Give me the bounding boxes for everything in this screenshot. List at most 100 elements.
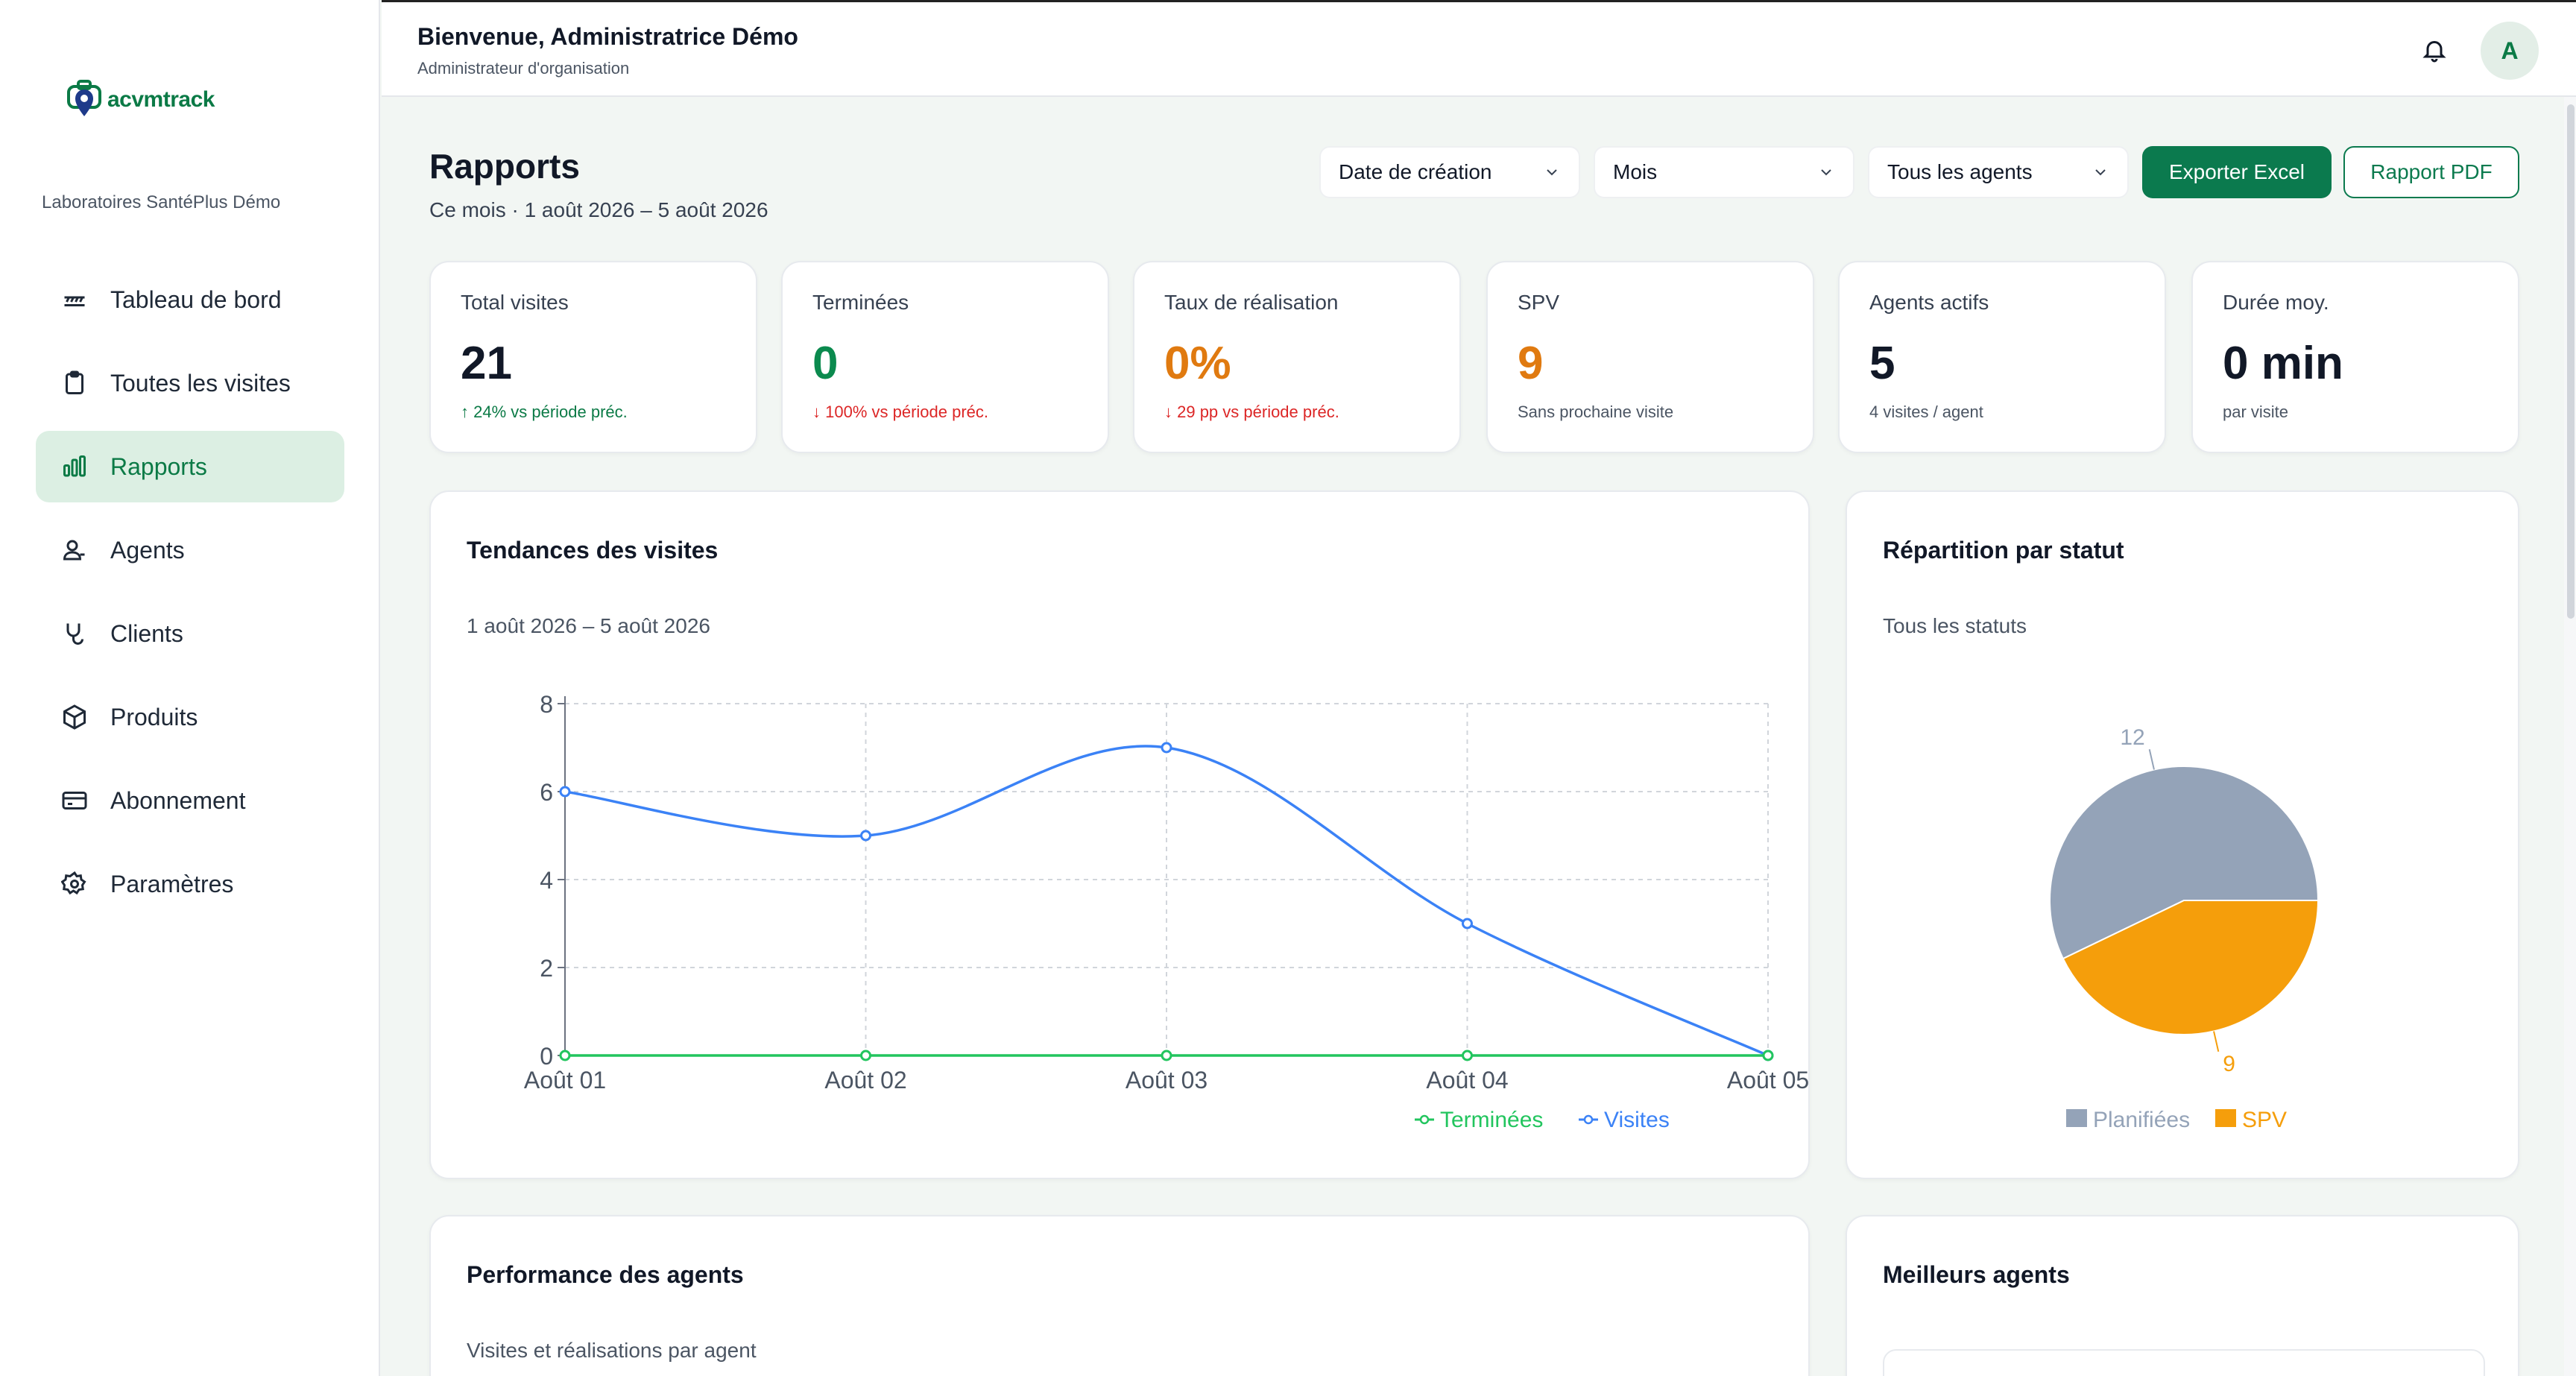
y-tick-label: 2 [540, 955, 553, 982]
user-role: Administrateur d'organisation [417, 59, 630, 78]
page-title: Rapports [429, 147, 580, 186]
select-value: Tous les agents [1887, 160, 2033, 183]
sidebar-item-label: Produits [110, 703, 198, 730]
data-point[interactable] [559, 786, 571, 798]
sidebar-item-label: Rapports [110, 452, 207, 480]
kpi-comparison: 4 visites / agent [1869, 403, 1983, 421]
legend-label[interactable]: SPV [2242, 1108, 2287, 1132]
legend-label[interactable]: Visites [1604, 1108, 1670, 1132]
select-value: Mois [1613, 160, 1658, 183]
data-point[interactable] [1762, 1050, 1774, 1061]
kpi-card: Durée moy. 0 min par visite [2191, 261, 2519, 453]
kpi-card: Terminées 0 ↓ 100% vs période préc. [781, 261, 1109, 453]
sidebar-item-reports[interactable]: Rapports [36, 431, 344, 502]
sidebar-item-label: Abonnement [110, 786, 246, 814]
sidebar-item-subscription[interactable]: Abonnement [36, 765, 344, 836]
data-point[interactable] [860, 830, 871, 842]
legend-label[interactable]: Planifiées [2093, 1108, 2190, 1132]
card-subtitle: Visites et réalisations par agent [467, 1339, 757, 1362]
legend-marker-dot [1583, 1114, 1594, 1125]
legend-label[interactable]: Terminées [1440, 1108, 1543, 1132]
legend-swatch [2066, 1109, 2087, 1127]
box-icon [60, 702, 89, 732]
data-point[interactable] [1462, 918, 1473, 930]
kpi-value: 0% [1164, 338, 1231, 389]
y-tick-label: 8 [540, 691, 553, 718]
status-pie-chart: 12 9 Planifiées SPV [2049, 725, 2320, 1132]
notifications-bell-icon[interactable] [2416, 32, 2452, 68]
agent-performance-card: Performance des agents Visites et réalis… [429, 1215, 1810, 1376]
kpi-value: 0 [812, 338, 839, 389]
page-period: Ce mois · 1 août 2026 – 5 août 2026 [429, 198, 768, 221]
kpi-label: Agents actifs [1869, 291, 1989, 314]
best-agents-card: Meilleurs agents [1846, 1215, 2519, 1376]
kpi-value: 5 [1869, 338, 1895, 389]
kpi-value: 9 [1518, 338, 1544, 389]
sidebar-item-products[interactable]: Produits [36, 681, 344, 753]
y-tick-label: 0 [540, 1043, 553, 1070]
sidebar-item-label: Paramètres [110, 870, 234, 897]
y-tick-label: 6 [540, 779, 553, 806]
x-tick-label: Août 03 [1126, 1067, 1208, 1093]
x-tick-label: Août 02 [824, 1067, 906, 1093]
user-avatar[interactable]: A [2481, 22, 2539, 80]
sidebar-item-dashboard[interactable]: Tableau de bord [36, 264, 344, 335]
best-agents-list [1883, 1349, 2485, 1376]
kpi-label: Taux de réalisation [1164, 291, 1339, 314]
data-point[interactable] [860, 1050, 871, 1061]
bar-chart-icon [60, 452, 89, 482]
sidebar-item-clients[interactable]: Clients [36, 598, 344, 669]
date-field-select[interactable]: Date de création [1319, 146, 1580, 198]
sidebar-item-settings[interactable]: Paramètres [36, 848, 344, 920]
sidebar-item-visits[interactable]: Toutes les visites [36, 347, 344, 419]
data-point[interactable] [559, 1050, 571, 1061]
sidebar-item-agents[interactable]: Agents [36, 514, 344, 586]
stethoscope-icon [60, 619, 89, 648]
kpi-label: Durée moy. [2223, 291, 2329, 314]
sidebar-item-label: Toutes les visites [110, 369, 291, 397]
kpi-label: SPV [1518, 291, 1560, 314]
chevron-down-icon [2095, 169, 2106, 176]
data-point[interactable] [1161, 742, 1172, 754]
y-tick-label: 4 [540, 867, 553, 894]
visits-line-chart: 0 2 4 6 8 Août 01 Août 02 Août 03 Août 04 Août 05… [524, 691, 1809, 1132]
dashboard-icon [60, 285, 89, 315]
sidebar-nav: Tableau de bord Toutes les visites Rappo… [36, 264, 344, 932]
top-header: Bienvenue, Administratrice Démo Administ… [382, 0, 2576, 97]
kpi-card: Total visites 21 ↑ 24% vs période préc. [429, 261, 757, 453]
pie-label-leader [2213, 1031, 2220, 1052]
kpi-comparison: Sans prochaine visite [1518, 403, 1674, 421]
visits-trend-card: Tendances des visites 1 août 2026 – 5 ao… [429, 490, 1810, 1179]
x-tick-label: Août 01 [524, 1067, 606, 1093]
kpi-comparison: par visite [2223, 403, 2289, 421]
data-point[interactable] [1161, 1050, 1172, 1061]
kpi-card: Taux de réalisation 0% ↓ 29 pp vs période … [1133, 261, 1461, 453]
legend-marker-dot [1419, 1114, 1430, 1125]
scrollbar-thumb[interactable] [2567, 104, 2575, 619]
x-tick-label: Août 05 [1727, 1067, 1809, 1093]
organization-name: Laboratoires SantéPlus Démo [42, 192, 281, 212]
sidebar: acvmtrack Laboratoires SantéPlus Démo Ta… [0, 0, 380, 1376]
kpi-card: SPV 9 Sans prochaine visite [1486, 261, 1814, 453]
card-title: Performance des agents [467, 1261, 744, 1288]
select-value: Date de création [1339, 160, 1492, 183]
x-tick-label: Août 04 [1426, 1067, 1508, 1093]
clipboard-icon [60, 368, 89, 398]
kpi-comparison: ↓ 100% vs période préc. [812, 403, 989, 421]
report-pdf-button[interactable]: Rapport PDF [2343, 146, 2519, 198]
gear-icon [60, 869, 89, 899]
kpi-value: 21 [461, 338, 512, 389]
app-logo[interactable]: acvmtrack [66, 79, 215, 121]
kpi-label: Terminées [812, 291, 909, 314]
data-point[interactable] [1462, 1050, 1473, 1061]
pie-value-label: 9 [2223, 1052, 2235, 1076]
legend-swatch [2215, 1109, 2236, 1127]
export-excel-button[interactable]: Exporter Excel [2142, 146, 2332, 198]
card-title: Meilleurs agents [1883, 1261, 2070, 1288]
kpi-label: Total visites [461, 291, 569, 314]
logo-text: acvmtrack [107, 87, 215, 112]
period-select[interactable]: Mois [1594, 146, 1854, 198]
credit-card-icon [60, 786, 89, 815]
agents-select[interactable]: Tous les agents [1868, 146, 2129, 198]
logo-pin-icon [67, 80, 101, 116]
